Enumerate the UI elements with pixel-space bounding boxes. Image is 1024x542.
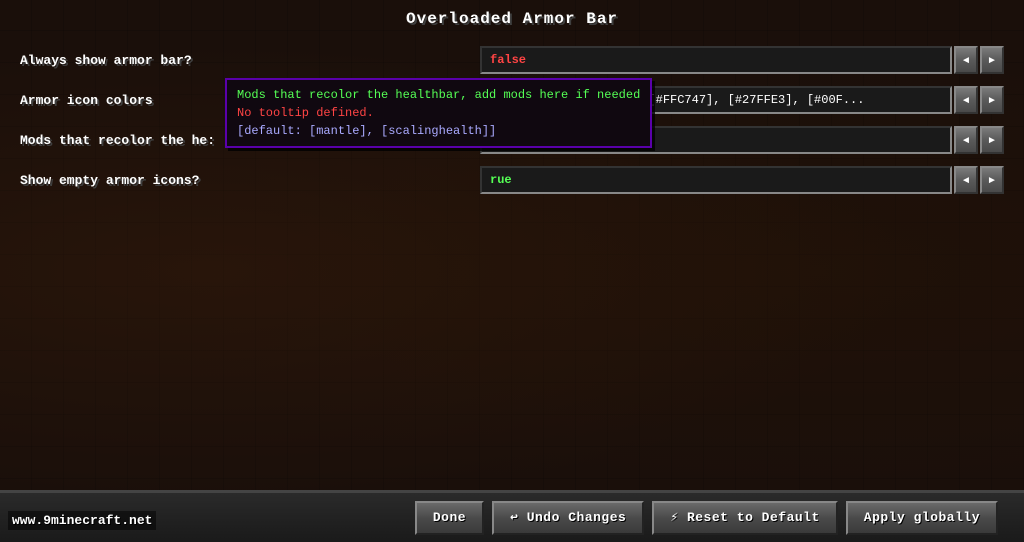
btn-right-empty-armor[interactable]: ► [980,166,1004,194]
reset-to-default-button[interactable]: ⚡ Reset to Default [652,501,837,535]
setting-row-armor-bar: Always show armor bar? false ◄ ► [20,42,1004,78]
btn-right-armor-bar[interactable]: ► [980,46,1004,74]
watermark: www.9minecraft.net [8,511,156,530]
done-button[interactable]: Done [415,501,484,535]
tooltip-line2: No tooltip defined. [237,104,640,122]
tooltip-popup: Mods that recolor the healthbar, add mod… [225,78,652,148]
setting-row-empty-armor: Show empty armor icons? rue ◄ ► [20,162,1004,198]
value-always-show-armor-bar[interactable]: false [480,46,952,74]
btn-left-mods-recolor[interactable]: ◄ [954,126,978,154]
value-text-always-show: false [490,53,526,67]
page-title: Overloaded Armor Bar [0,0,1024,36]
label-always-show-armor-bar: Always show armor bar? [20,53,480,68]
btn-left-empty-armor[interactable]: ◄ [954,166,978,194]
label-show-empty-armor: Show empty armor icons? [20,173,480,188]
bottom-bar: www.9minecraft.net Done ↩ Undo Changes ⚡… [0,490,1024,542]
btn-right-mods-recolor[interactable]: ► [980,126,1004,154]
tooltip-line3: [default: [mantle], [scalinghealth]] [237,122,640,140]
btn-left-armor-colors[interactable]: ◄ [954,86,978,114]
tooltip-line1: Mods that recolor the healthbar, add mod… [237,86,640,104]
value-show-empty-armor[interactable]: rue [480,166,952,194]
undo-changes-button[interactable]: ↩ Undo Changes [492,501,644,535]
apply-globally-button[interactable]: Apply globally [846,501,998,535]
value-text-show-empty: rue [490,173,512,187]
btn-right-armor-colors[interactable]: ► [980,86,1004,114]
btn-left-armor-bar[interactable]: ◄ [954,46,978,74]
main-content: Overloaded Armor Bar Always show armor b… [0,0,1024,490]
